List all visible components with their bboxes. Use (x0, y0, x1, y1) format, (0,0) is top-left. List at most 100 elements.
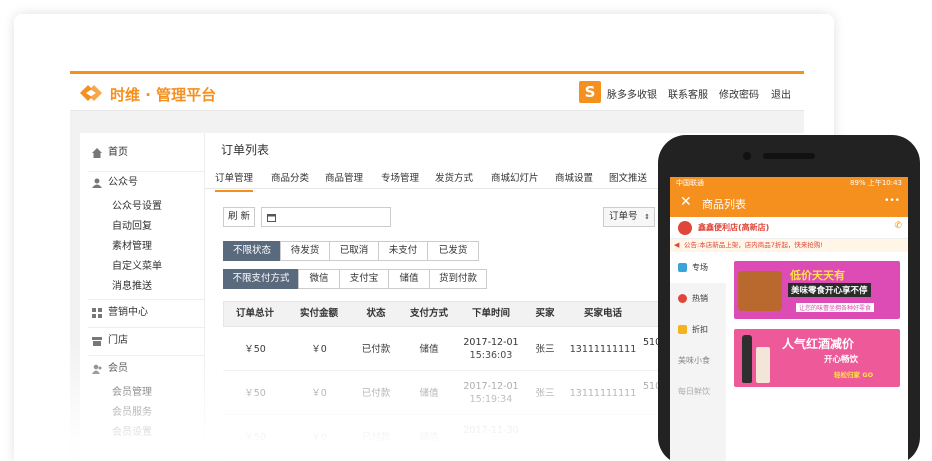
sidebar-subitem-materials[interactable]: 素材管理 (80, 237, 204, 257)
sidebar-item-label: 营销中心 (108, 307, 148, 318)
sidebar-item-member[interactable]: 会员 (80, 355, 204, 383)
column-header: 买家电话 (583, 308, 622, 319)
tab-special-manage[interactable]: 专场管理 (381, 170, 419, 184)
filter-status-unpaid[interactable]: 未支付 (378, 241, 428, 261)
date-range-input[interactable] (261, 207, 391, 227)
carrier: 中国联通 (676, 179, 704, 187)
snack-image (738, 271, 782, 311)
wine-bottle-image (742, 335, 752, 383)
filter-pay-balance[interactable]: 储值 (388, 269, 430, 289)
cell-method: 储值 (419, 388, 439, 399)
status-right: 89% 上午10:43 (850, 179, 902, 187)
member-icon (92, 364, 102, 374)
banner-subtitle: 美味零食开心享不停 (788, 283, 871, 297)
user-icon (92, 178, 102, 188)
wine-box-image (756, 347, 770, 383)
promo-banner-snacks[interactable]: 低价天天有 美味零食开心享不停 让您的味蕾坐拥各种好零食 (734, 261, 900, 319)
banner-subtitle: 开心畅饮 (824, 355, 859, 365)
sidebar-subitem-member-manage[interactable]: 会员管理 (80, 383, 204, 403)
cell-status: 已付款 (361, 432, 391, 443)
category-item[interactable]: 美味小食 (670, 345, 726, 376)
filter-status-all[interactable]: 不限状态 (223, 241, 281, 261)
cell-date: 2017-12-01 (463, 381, 519, 392)
tab-article-push[interactable]: 图文推送 (609, 170, 647, 184)
filter-status-pending[interactable]: 待发货 (280, 241, 330, 261)
special-icon (678, 263, 687, 272)
phone-mockup: 中国联通 89% 上午10:43 ✕ 商品列表 ••• 鑫鑫便利店(高新店) ✆… (658, 135, 920, 461)
cell-phone: 13111111111 (569, 344, 637, 355)
tab-shipping[interactable]: 发货方式 (435, 170, 473, 184)
category-item[interactable]: 折扣 (670, 314, 726, 345)
sidebar: 首页 公众号 公众号设置 自动回复 素材管理 自定义菜单 消息推送 营销中心 门… (80, 133, 204, 461)
cell-status: 已付款 (361, 344, 391, 355)
cell-time: 15:36:03 (469, 350, 513, 361)
column-header: 支付方式 (409, 308, 448, 319)
grid-icon (92, 308, 102, 318)
camera-icon (743, 152, 751, 160)
phone-call-icon[interactable]: ✆ (894, 221, 902, 231)
cell-status: 已付款 (361, 388, 391, 399)
home-icon (92, 148, 102, 158)
tab-product-manage[interactable]: 商品管理 (325, 170, 363, 184)
sidebar-item-official[interactable]: 公众号 (80, 169, 204, 197)
cell-buyer: 张三 (535, 388, 555, 399)
store-logo-icon: S (579, 81, 601, 103)
banner-tag: 让您的味蕾坐拥各种好零食 (796, 303, 875, 312)
store-icon (92, 337, 102, 346)
category-item[interactable]: 每日鲜饮 (670, 376, 726, 407)
cell-time: 15:19:34 (469, 394, 513, 405)
sidebar-item-home[interactable]: 首页 (80, 139, 204, 167)
page-title: 订单列表 (221, 143, 270, 157)
contact-link[interactable]: 联系客服 (668, 86, 708, 101)
app-title: 时维 · 管理平台 (110, 86, 217, 104)
shop-avatar (678, 221, 692, 235)
filter-pay-alipay[interactable]: 支付宝 (339, 269, 389, 289)
filter-status-cancelled[interactable]: 已取消 (329, 241, 379, 261)
fire-icon (678, 294, 687, 303)
more-icon[interactable]: ••• (884, 196, 900, 206)
promo-banner-wine[interactable]: 人气红酒减价 开心畅饮 轻松归家 GO (734, 329, 900, 387)
top-bar: 时维 · 管理平台 S 脉多多收银 联系客服 修改密码 退出 (70, 71, 804, 111)
sidebar-subitem-message-push[interactable]: 消息推送 (80, 277, 204, 297)
tab-mall-settings[interactable]: 商城设置 (555, 170, 593, 184)
category-label: 专场 (692, 263, 708, 272)
close-icon[interactable]: ✕ (680, 194, 692, 210)
sidebar-subitem-auto-reply[interactable]: 自动回复 (80, 217, 204, 237)
tab-order-manage[interactable]: 订单管理 (215, 170, 254, 192)
banner-tag: 轻松归家 GO (834, 371, 874, 379)
column-header: 实付金额 (299, 308, 338, 319)
cell-paid: ￥0 (311, 432, 327, 443)
column-header: 订单总计 (235, 308, 274, 319)
filter-pay-cod[interactable]: 货到付款 (429, 269, 487, 289)
sidebar-subitem-member-service[interactable]: 会员服务 (80, 403, 204, 423)
phone-screen: 中国联通 89% 上午10:43 ✕ 商品列表 ••• 鑫鑫便利店(高新店) ✆… (670, 177, 908, 461)
tab-slideshow[interactable]: 商城幻灯片 (491, 170, 539, 184)
category-item[interactable]: 专场 (670, 252, 726, 283)
filter-pay-wechat[interactable]: 微信 (298, 269, 340, 289)
category-list: 专场 热销 折扣 美味小食 每日鲜饮 (670, 252, 726, 461)
phone-nav-bar: ✕ 商品列表 ••• (670, 189, 908, 217)
filter-pay-all[interactable]: 不限支付方式 (223, 269, 299, 289)
column-header: 买家 (535, 308, 555, 319)
sidebar-subitem-official-settings[interactable]: 公众号设置 (80, 197, 204, 217)
cell-date: 2017-11-30 (463, 425, 519, 436)
banner-title: 人气红酒减价 (782, 337, 855, 351)
category-item[interactable]: 热销 (670, 283, 726, 314)
sidebar-subitem-custom-menu[interactable]: 自定义菜单 (80, 257, 204, 277)
tab-product-category[interactable]: 商品分类 (271, 170, 309, 184)
calendar-icon (267, 214, 276, 222)
change-password-link[interactable]: 修改密码 (719, 86, 759, 101)
cell-total: ￥50 (244, 388, 266, 399)
search-type-select[interactable]: 订单号 ⇕ (603, 207, 655, 227)
cell-paid: ￥0 (311, 388, 327, 399)
logout-link[interactable]: 退出 (771, 86, 791, 101)
sidebar-item-label: 首页 (108, 147, 128, 158)
sidebar-subitem-member-settings[interactable]: 会员设置 (80, 423, 204, 443)
logo-icon (80, 85, 102, 101)
cell-method: 储值 (419, 432, 439, 443)
sidebar-item-marketing[interactable]: 营销中心 (80, 299, 204, 327)
notice-bar: ◀ 公告:本店新品上架，店内商品7折起，快来抢购! (670, 239, 908, 252)
refresh-button[interactable]: 刷 新 (223, 207, 255, 227)
filter-status-shipped[interactable]: 已发货 (427, 241, 479, 261)
sidebar-item-store[interactable]: 门店 (80, 327, 204, 355)
